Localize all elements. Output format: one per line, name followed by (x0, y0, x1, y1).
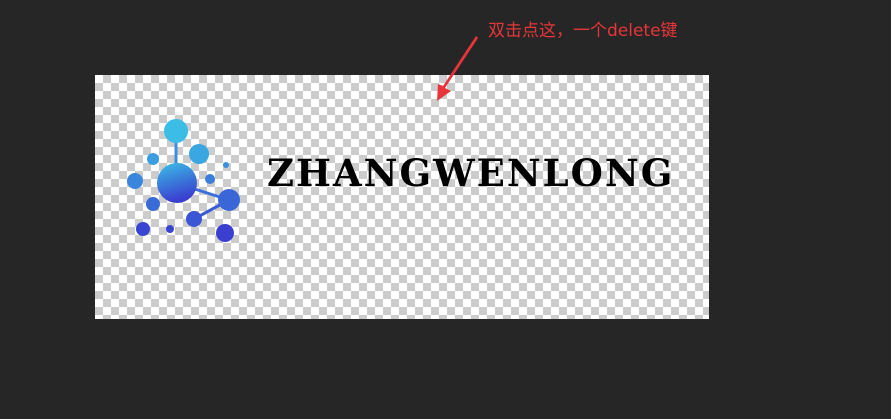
annotation-arrow-icon (437, 36, 478, 101)
molecule-node-center (157, 163, 197, 203)
molecule-node (205, 174, 215, 184)
molecule-node (127, 173, 143, 189)
molecule-node (147, 153, 159, 165)
logo-wordmark: ZHANGWENLONG (267, 151, 675, 195)
molecule-node (146, 197, 160, 211)
molecule-node (189, 144, 209, 164)
annotation-label: 双击点这，一个delete键 (488, 21, 678, 41)
editor-workspace: ZHANGWENLONG 双击点这，一个delete键 (0, 0, 891, 419)
molecule-node (164, 119, 188, 143)
image-canvas[interactable]: ZHANGWENLONG (95, 75, 709, 319)
molecule-node (218, 189, 240, 211)
molecule-node (186, 211, 202, 227)
molecule-node (136, 222, 150, 236)
molecule-node (166, 225, 174, 233)
molecule-node (216, 224, 234, 242)
molecule-node (223, 162, 229, 168)
molecule-network-icon (127, 119, 240, 242)
